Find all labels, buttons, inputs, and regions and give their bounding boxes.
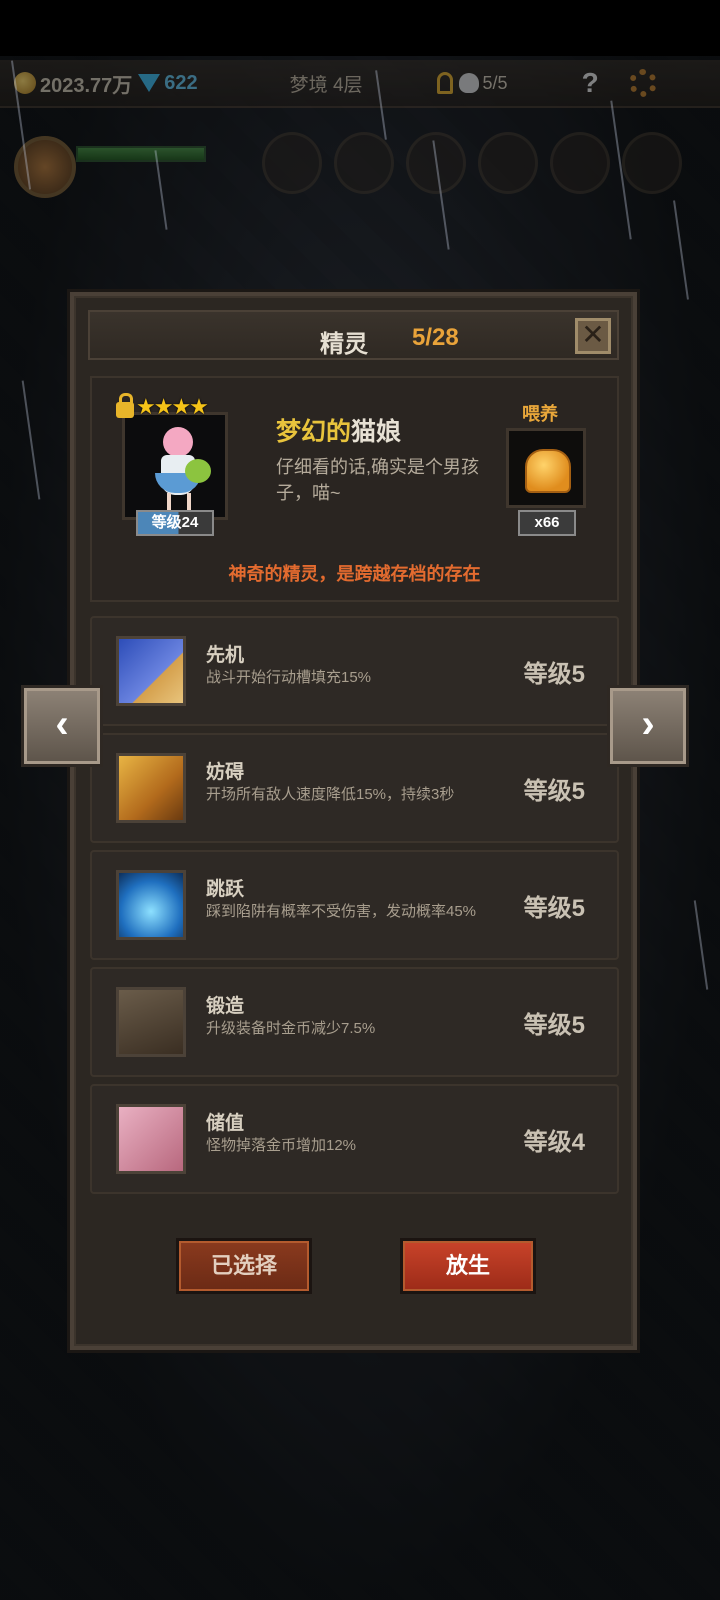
skill-description: 开场所有敌人速度降低15%，持续3秒	[206, 786, 455, 803]
skill-row[interactable]: 跳跃 踩到陷阱有概率不受伤害，发动概率45% 等级5	[90, 850, 619, 960]
feed-button[interactable]	[506, 428, 586, 508]
skill-level: 等级5	[523, 1012, 585, 1039]
kill-count: 5/5	[482, 72, 508, 93]
help-button[interactable]: ?	[582, 67, 599, 99]
selected-button[interactable]: 已选择	[176, 1238, 312, 1294]
goblet-icon	[116, 1104, 186, 1174]
skill-description: 踩到陷阱有概率不受伤害，发动概率45%	[206, 903, 477, 920]
next-pet-button[interactable]: ›	[610, 688, 686, 764]
pet-plant	[185, 459, 211, 483]
skill-description: 升级装备时金币减少7.5%	[206, 1020, 376, 1037]
skill-row[interactable]: 先机 战斗开始行动槽填充15% 等级5	[90, 616, 619, 726]
feed-count: x66	[518, 510, 576, 536]
pet-tagline: 神奇的精灵，是跨越存档的存在	[228, 564, 481, 584]
gem-icon	[138, 74, 161, 92]
equip-slot-bell-icon[interactable]	[550, 132, 610, 194]
skill-name: 锻造	[206, 996, 245, 1017]
pet-portrait[interactable]	[122, 412, 228, 520]
equip-slot-scroll-icon[interactable]	[622, 132, 682, 194]
gem-amount: 622	[164, 71, 198, 94]
skill-name: 妨碍	[206, 762, 245, 783]
skill-level: 等级4	[523, 1129, 585, 1156]
skill-level: 等级5	[523, 895, 585, 922]
skill-name: 先机	[206, 645, 245, 666]
skill-name: 储值	[206, 1113, 245, 1134]
skill-description: 怪物掉落金币增加12%	[206, 1137, 357, 1154]
skill-name: 跳跃	[206, 879, 245, 900]
hammer-icon	[116, 987, 186, 1057]
skill-row[interactable]: 储值 怪物掉落金币增加12% 等级4	[90, 1084, 619, 1194]
skill-level: 等级5	[523, 778, 585, 805]
floor-label: 梦境 4层	[289, 74, 363, 96]
pet-description: 仔细看的话,确实是个男孩子，喵~	[276, 457, 479, 503]
pet-card: ★★★★ 等级24 梦幻的猫娘 仔细看的话,确实是个男孩子，喵~ 喂养 x66 …	[90, 376, 619, 602]
feed-label: 喂养	[522, 404, 558, 424]
panel-header: 精灵 5/28 ✕	[88, 310, 619, 360]
status-bar	[0, 0, 720, 56]
hero-hp-bar	[76, 146, 206, 162]
settings-gear-icon[interactable]	[628, 69, 657, 97]
gold-amount: 2023.77万	[40, 74, 133, 97]
skill-description: 战斗开始行动槽填充15%	[206, 669, 372, 686]
hero-hud	[0, 128, 720, 208]
chained-boot-icon	[116, 753, 186, 823]
jump-whirl-icon	[116, 870, 186, 940]
close-button[interactable]: ✕	[575, 318, 611, 354]
pet-head	[163, 427, 193, 457]
skull-icon	[458, 73, 479, 93]
equip-slot-eagle-icon[interactable]	[478, 132, 538, 194]
pet-level-badge: 等级24	[136, 510, 214, 536]
pet-name: 梦幻的猫娘	[276, 412, 401, 448]
skill-level: 等级5	[523, 661, 585, 688]
prev-pet-button[interactable]: ‹	[24, 688, 100, 764]
pet-name-highlight: 梦幻的	[276, 418, 352, 446]
pet-panel: 精灵 5/28 ✕ ★★★★ 等级24 梦幻的猫娘 仔细看的话,确实是个男孩子，…	[70, 292, 637, 1350]
skill-row[interactable]: 妨碍 开场所有敌人速度降低15%，持续3秒 等级5	[90, 733, 619, 843]
pet-name-rest: 猫娘	[351, 418, 402, 446]
cheetah-icon	[116, 636, 186, 706]
star-rating: ★★★★	[136, 394, 209, 419]
panel-title: 精灵	[320, 331, 368, 358]
pet-count: 5/28	[412, 324, 459, 351]
equip-slot-horn-icon[interactable]	[334, 132, 394, 194]
release-button[interactable]: 放生	[400, 1238, 536, 1294]
bread-icon	[525, 449, 571, 493]
skill-row[interactable]: 锻造 升级装备时金币减少7.5% 等级5	[90, 967, 619, 1077]
lock-icon[interactable]	[116, 393, 134, 418]
equip-slot-leaf-icon[interactable]	[262, 132, 322, 194]
key-icon	[436, 72, 453, 94]
